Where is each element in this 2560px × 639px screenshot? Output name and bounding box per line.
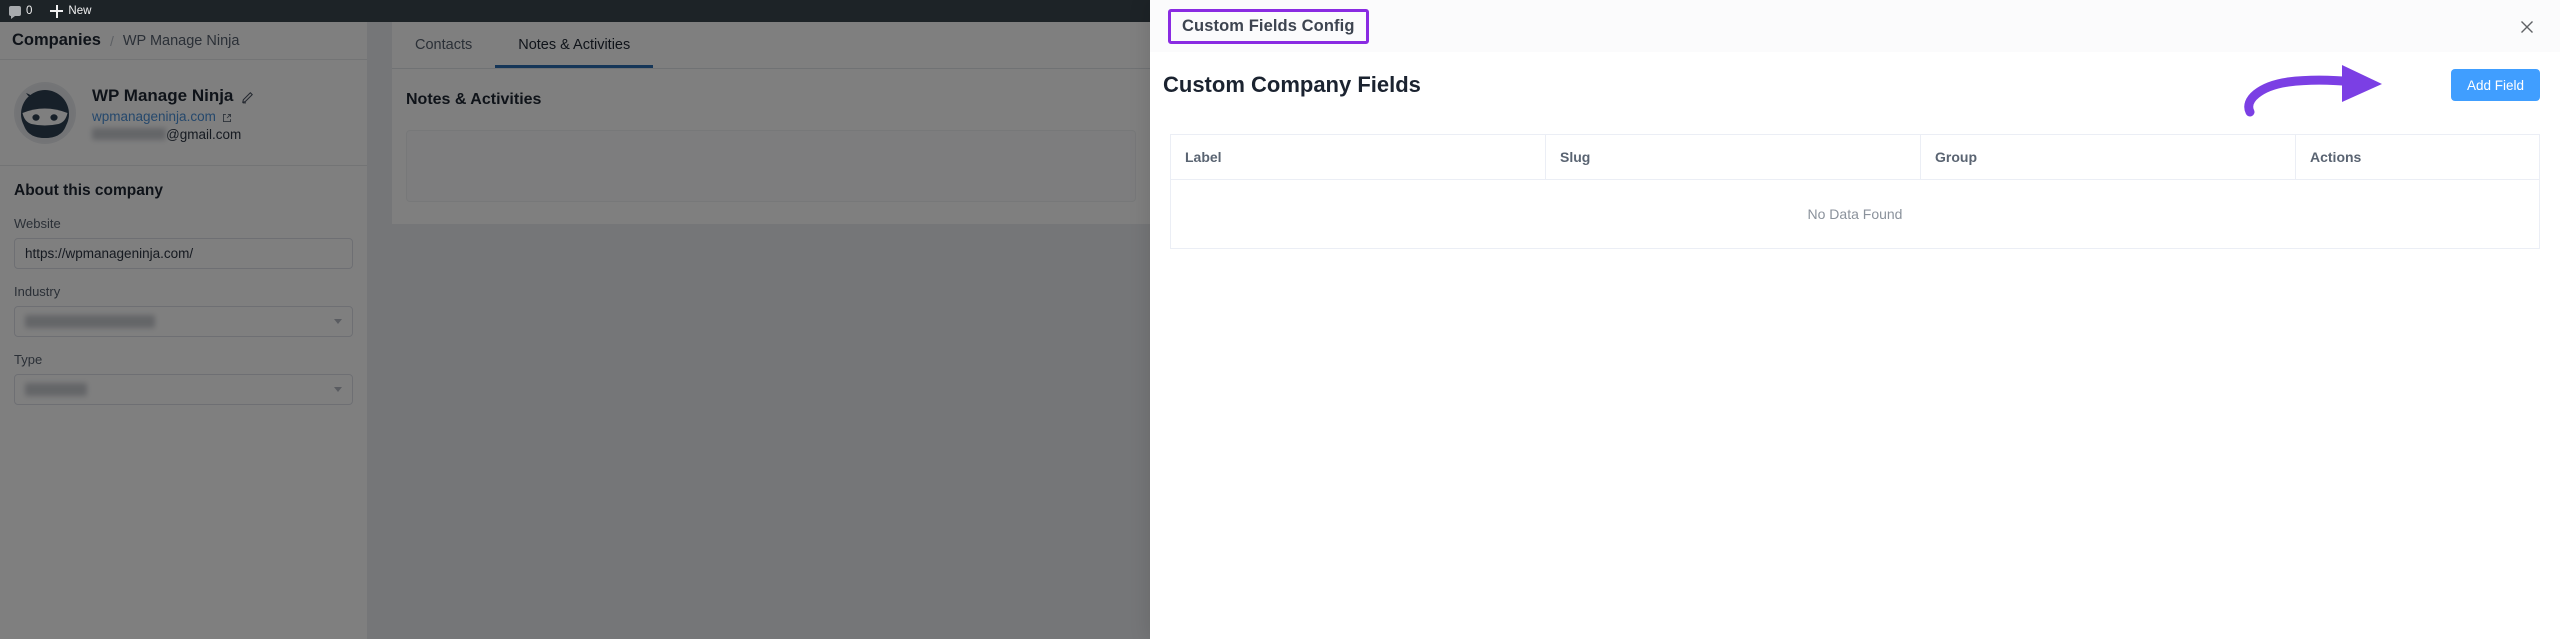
website-input[interactable]: https://wpmanageninja.com/	[14, 238, 353, 269]
about-section-title: About this company	[14, 182, 163, 199]
company-website-row[interactable]: wpmanageninja.com	[92, 109, 254, 124]
ninja-avatar	[14, 81, 76, 144]
breadcrumb-root[interactable]: Companies	[12, 31, 101, 50]
wp-admin-bar: 0 New	[0, 0, 1150, 22]
pencil-icon[interactable]	[241, 89, 254, 104]
field-label-industry: Industry	[14, 284, 61, 299]
background-app: Companies / WP Manage Ninja WP Manage Ni…	[0, 0, 1150, 639]
company-name-text: WP Manage Ninja	[92, 85, 234, 105]
type-select[interactable]	[14, 374, 353, 405]
drawer-header: Custom Fields Config	[1150, 0, 2560, 52]
adminbar-new-label: New	[68, 5, 92, 17]
table-header-row: Label Slug Group Actions	[1170, 134, 2540, 180]
column-header-slug[interactable]: Slug	[1545, 134, 1921, 180]
tab-contacts[interactable]: Contacts	[392, 22, 495, 68]
table-head: Label Slug Group Actions	[1170, 134, 2540, 180]
tab-contacts-label: Contacts	[415, 37, 473, 53]
field-label-website: Website	[14, 216, 61, 231]
curved-arrow-icon	[2244, 65, 2382, 117]
type-redacted-value	[25, 383, 87, 396]
column-header-label[interactable]: Label	[1170, 134, 1546, 180]
drawer-title-highlight-box: Custom Fields Config	[1168, 8, 1369, 44]
chevron-down-icon[interactable]	[334, 319, 342, 324]
table-body: No Data Found	[1170, 179, 2540, 249]
table-empty-row: No Data Found	[1170, 179, 2540, 249]
company-email-suffix: @gmail.com	[166, 126, 242, 142]
tab-notes-activities[interactable]: Notes & Activities	[495, 22, 654, 68]
field-group-website: Website https://wpmanageninja.com/	[14, 216, 353, 269]
adminbar-comments-count: 0	[26, 5, 33, 17]
company-name-row: WP Manage Ninja	[92, 86, 254, 106]
company-email-row: @gmail.com	[92, 127, 254, 142]
company-website-link[interactable]: wpmanageninja.com	[92, 109, 216, 124]
center-content-column: Contacts Notes & Activities Notes & Acti…	[367, 22, 1150, 639]
adminbar-new[interactable]: New	[41, 0, 100, 22]
custom-fields-config-drawer: Custom Fields Config Custom Company Fiel…	[1150, 0, 2560, 639]
company-meta: WP Manage Ninja wpmanageninja.com @gmail…	[92, 84, 254, 142]
email-redacted-block	[92, 128, 166, 140]
adminbar-comments[interactable]: 0	[0, 0, 41, 22]
breadcrumb-separator: /	[109, 32, 114, 49]
no-data-message: No Data Found	[1170, 179, 2540, 249]
industry-select[interactable]	[14, 306, 353, 337]
add-field-button[interactable]: Add Field	[2450, 69, 2540, 101]
drawer-title: Custom Fields Config	[1182, 16, 1355, 35]
field-group-type: Type	[14, 352, 353, 405]
external-link-icon[interactable]	[222, 111, 232, 122]
section-header: Custom Company Fields Add Field	[1150, 52, 2560, 118]
breadcrumb: Companies / WP Manage Ninja	[0, 22, 367, 60]
breadcrumb-current: WP Manage Ninja	[122, 32, 240, 49]
column-header-group[interactable]: Group	[1920, 134, 2296, 180]
website-input-value: https://wpmanageninja.com/	[25, 246, 194, 261]
field-label-type: Type	[14, 352, 43, 367]
field-group-industry: Industry	[14, 284, 353, 337]
company-header-card: WP Manage Ninja wpmanageninja.com @gmail…	[0, 60, 367, 166]
tab-bar: Contacts Notes & Activities	[392, 22, 1150, 69]
chevron-down-icon[interactable]	[334, 387, 342, 392]
comment-bubble-icon	[9, 6, 21, 19]
industry-redacted-value	[25, 315, 155, 328]
add-field-button-label: Add Field	[2466, 77, 2524, 93]
panel-title: Notes & Activities	[406, 91, 542, 108]
plus-icon	[50, 4, 64, 18]
panel-body-placeholder	[406, 130, 1136, 202]
column-header-actions[interactable]: Actions	[2295, 134, 2540, 180]
notes-activities-panel: Notes & Activities	[392, 69, 1150, 224]
about-company-section: About this company Website https://wpman…	[0, 166, 367, 420]
custom-fields-table: Label Slug Group Actions No Data Found	[1170, 134, 2540, 249]
section-title: Custom Company Fields	[1163, 72, 1421, 97]
tab-notes-activities-label: Notes & Activities	[518, 37, 631, 53]
drawer-body: Custom Company Fields Add Field Label Sl…	[1150, 52, 2560, 639]
close-icon[interactable]	[2514, 14, 2540, 40]
